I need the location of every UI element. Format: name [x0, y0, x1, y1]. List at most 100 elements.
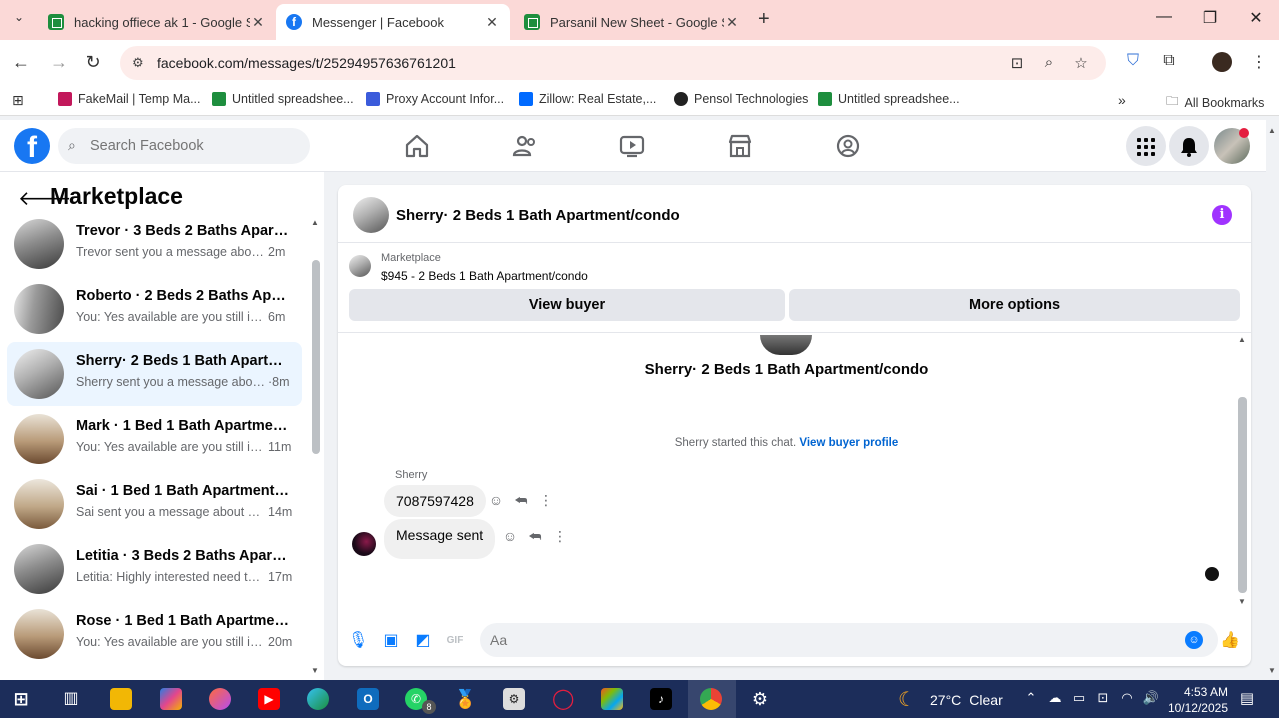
info-icon[interactable]: i: [1212, 205, 1232, 225]
chrome-browser-icon[interactable]: [700, 688, 722, 710]
microphone-icon[interactable]: 🎙: [348, 631, 368, 651]
shield-extension-icon[interactable]: ⛉: [1122, 52, 1144, 70]
bookmark-star-icon[interactable]: ☆: [1071, 54, 1091, 72]
search-input[interactable]: [90, 128, 300, 164]
minimize-icon[interactable]: —: [1154, 8, 1174, 26]
react-emoji-icon[interactable]: ☺: [488, 492, 504, 508]
windows-start-icon[interactable]: ⊞: [10, 688, 32, 710]
react-emoji-icon[interactable]: ☺: [502, 528, 518, 544]
tiktok-icon[interactable]: ♪: [650, 688, 672, 710]
browser-menu-icon[interactable]: ⋮: [1248, 52, 1270, 72]
more-bookmarks-chevron-icon[interactable]: »: [1118, 92, 1126, 108]
wifi-icon[interactable]: ◠: [1118, 690, 1136, 706]
reply-icon[interactable]: ⮪: [513, 492, 529, 509]
omnibox[interactable]: ⚙ facebook.com/messages/t/25294957636761…: [120, 46, 1106, 80]
gif-icon[interactable]: GIF: [445, 631, 465, 651]
message-bubble[interactable]: Message sent: [384, 519, 496, 559]
bookmark-fakemail[interactable]: FakeMail | Temp Ma...: [58, 92, 201, 106]
video-icon[interactable]: [618, 132, 646, 160]
restore-icon[interactable]: ❐: [1200, 8, 1220, 28]
notification-center-icon[interactable]: ▤: [1238, 689, 1256, 707]
list-scroll-up-arrow[interactable]: ▲: [311, 218, 319, 227]
microsoft-store-icon[interactable]: [601, 688, 623, 710]
notifications-bell-icon[interactable]: [1169, 126, 1209, 166]
conversation-item-roberto[interactable]: Roberto · 2 Beds 2 Baths Apart... You: Y…: [7, 277, 302, 341]
url-text[interactable]: facebook.com/messages/t/2529495763676120…: [157, 55, 456, 71]
install-app-icon[interactable]: ⊡: [1007, 54, 1027, 72]
conversation-item-sherry[interactable]: Sherry· 2 Beds 1 Bath Apartmen... Sherry…: [7, 342, 302, 406]
weather-widget[interactable]: ☾ 27°C Clear: [898, 689, 1003, 711]
reload-icon[interactable]: ↻: [82, 52, 104, 73]
facebook-search-box[interactable]: ⌕: [58, 128, 310, 164]
forward-arrow-icon[interactable]: →: [48, 52, 70, 73]
apps-grid-icon[interactable]: ⊞: [12, 92, 24, 109]
chat-header-title[interactable]: Sherry· 2 Beds 1 Bath Apartment/condo: [396, 207, 680, 224]
more-actions-icon[interactable]: ⋮: [538, 492, 554, 509]
listing-price-title[interactable]: $945 - 2 Beds 1 Bath Apartment/condo: [381, 269, 588, 283]
conversation-item-sai[interactable]: Sai · 1 Bed 1 Bath Apartment/co... Sai s…: [7, 472, 302, 536]
tab-search-dropdown[interactable]: ⌄: [8, 10, 30, 32]
close-tab-icon[interactable]: ✕: [724, 14, 740, 31]
extensions-puzzle-icon[interactable]: ⧉: [1158, 52, 1180, 70]
view-buyer-button[interactable]: View buyer: [349, 289, 785, 321]
tab-messenger-facebook[interactable]: f Messenger | Facebook ✕: [276, 4, 510, 40]
chat-scroll-down-arrow[interactable]: ▼: [1238, 597, 1246, 606]
tab-hacking-offiece[interactable]: hacking offiece ak 1 - Google Sh ✕: [38, 4, 276, 40]
bookmark-untitled-spreadsheet-1[interactable]: Untitled spreadshee...: [212, 92, 354, 106]
conversation-item-letitia[interactable]: Letitia · 3 Beds 2 Baths Apartme... Leti…: [7, 537, 302, 601]
chat-listing-thumbnail[interactable]: [353, 197, 389, 233]
volume-icon[interactable]: 🔊: [1142, 690, 1160, 706]
close-window-icon[interactable]: ✕: [1246, 8, 1266, 28]
page-scroll-down-arrow[interactable]: ▼: [1268, 666, 1276, 675]
all-bookmarks-button[interactable]: 🗀 All Bookmarks: [1166, 92, 1264, 113]
home-icon[interactable]: [403, 132, 431, 160]
medal-app-icon[interactable]: 🏅: [454, 688, 476, 710]
reply-icon[interactable]: ⮪: [527, 528, 543, 545]
view-buyer-profile-link[interactable]: View buyer profile: [799, 437, 898, 449]
friends-icon[interactable]: [511, 132, 539, 160]
more-actions-icon[interactable]: ⋮: [552, 528, 568, 545]
edge-browser-icon[interactable]: [307, 688, 329, 710]
network-adapter-icon[interactable]: ⊡: [1094, 690, 1112, 706]
list-scrollbar[interactable]: [312, 260, 320, 454]
chat-scrollbar[interactable]: [1238, 397, 1247, 593]
emoji-icon[interactable]: ☺: [1185, 631, 1203, 649]
system-clock[interactable]: 4:53 AM 10/12/2025: [1162, 684, 1228, 716]
message-input-box[interactable]: ☺: [480, 623, 1218, 657]
copilot-icon[interactable]: [160, 688, 182, 710]
site-settings-icon[interactable]: ⚙: [132, 55, 144, 71]
show-hidden-icons-chevron[interactable]: ⌃: [1022, 690, 1040, 706]
attach-photo-icon[interactable]: ▣: [381, 631, 401, 651]
outlook-icon[interactable]: O: [357, 688, 379, 710]
gaming-icon[interactable]: [834, 132, 862, 160]
message-bubble[interactable]: 7087597428: [384, 485, 486, 517]
conversation-item-mark[interactable]: Mark · 1 Bed 1 Bath Apartment/... You: Y…: [7, 407, 302, 471]
bookmark-untitled-spreadsheet-2[interactable]: Untitled spreadshee...: [818, 92, 960, 106]
new-tab-plus-icon[interactable]: +: [758, 8, 778, 31]
settings-gear-icon[interactable]: ⚙: [749, 688, 771, 710]
message-input[interactable]: [490, 623, 1170, 657]
app-icon[interactable]: [209, 688, 231, 710]
tab-parsanil-new-sheet[interactable]: Parsanil New Sheet - Google She ✕: [514, 4, 750, 40]
marketplace-icon[interactable]: [726, 132, 754, 160]
list-scroll-down-arrow[interactable]: ▼: [311, 666, 319, 675]
bookmark-pensol[interactable]: Pensol Technologies: [674, 92, 808, 106]
close-tab-icon[interactable]: ✕: [250, 14, 266, 31]
sticker-icon[interactable]: ◩: [413, 631, 433, 651]
bookmark-proxy-account[interactable]: Proxy Account Infor...: [366, 92, 504, 106]
menu-grid-icon[interactable]: [1126, 126, 1166, 166]
cloud-icon[interactable]: ☁: [1046, 690, 1064, 706]
page-scroll-up-arrow[interactable]: ▲: [1268, 126, 1276, 135]
file-explorer-icon[interactable]: [110, 688, 132, 710]
task-view-icon[interactable]: ▥: [60, 688, 82, 710]
youtube-icon[interactable]: ▶: [258, 688, 280, 710]
facebook-logo-icon[interactable]: f: [14, 128, 50, 164]
sender-avatar[interactable]: [352, 532, 376, 556]
conversation-item-trevor[interactable]: Trevor · 3 Beds 2 Baths Apartme... Trevo…: [7, 212, 302, 276]
conversation-item-rose[interactable]: Rose · 1 Bed 1 Bath Apartment/c... You: …: [7, 602, 302, 666]
like-thumbs-up-icon[interactable]: 👍: [1220, 631, 1240, 651]
bookmark-zillow[interactable]: Zillow: Real Estate,...: [519, 92, 656, 106]
opera-browser-icon[interactable]: ◯: [552, 688, 574, 710]
more-options-button[interactable]: More options: [789, 289, 1240, 321]
settings-app-icon[interactable]: ⚙: [503, 688, 525, 710]
